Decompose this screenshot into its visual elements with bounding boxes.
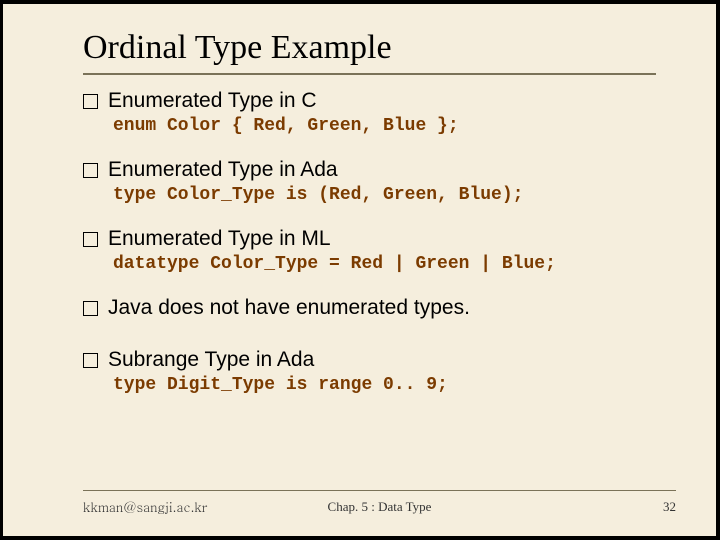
footer-divider <box>83 490 676 491</box>
item-heading-text: Subrange Type in Ada <box>108 348 314 372</box>
item-heading: Enumerated Type in ML <box>83 227 656 251</box>
slide: Ordinal Type Example Enumerated Type in … <box>3 4 716 536</box>
footer-chapter: Chap. 5 : Data Type <box>328 499 432 515</box>
bullet-item: Enumerated Type in Ada type Color_Type i… <box>83 158 656 205</box>
code-snippet: type Digit_Type is range 0.. 9; <box>113 375 656 395</box>
slide-content: Enumerated Type in C enum Color { Red, G… <box>83 89 656 395</box>
bullet-item: Enumerated Type in ML datatype Color_Typ… <box>83 227 656 274</box>
footer-row: kkman@sangji.ac.kr Chap. 5 : Data Type 3… <box>83 497 676 516</box>
spacer <box>83 320 656 340</box>
square-bullet-icon <box>83 301 98 316</box>
code-snippet: enum Color { Red, Green, Blue }; <box>113 116 656 136</box>
code-snippet: type Color_Type is (Red, Green, Blue); <box>113 185 656 205</box>
item-heading: Subrange Type in Ada <box>83 348 656 372</box>
item-heading: Enumerated Type in Ada <box>83 158 656 182</box>
code-snippet: datatype Color_Type = Red | Green | Blue… <box>113 254 656 274</box>
item-heading: Java does not have enumerated types. <box>83 296 656 320</box>
title-divider <box>83 73 656 75</box>
item-heading-text: Java does not have enumerated types. <box>108 296 470 320</box>
bullet-item: Subrange Type in Ada type Digit_Type is … <box>83 348 656 395</box>
square-bullet-icon <box>83 232 98 247</box>
square-bullet-icon <box>83 94 98 109</box>
item-heading-text: Enumerated Type in Ada <box>108 158 338 182</box>
item-heading-text: Enumerated Type in ML <box>108 227 331 251</box>
bullet-item: Enumerated Type in C enum Color { Red, G… <box>83 89 656 136</box>
item-heading: Enumerated Type in C <box>83 89 656 113</box>
footer-email: kkman@sangji.ac.kr <box>83 497 208 516</box>
item-heading-text: Enumerated Type in C <box>108 89 317 113</box>
bullet-item: Java does not have enumerated types. <box>83 296 656 340</box>
footer-page-number: 32 <box>663 499 676 515</box>
square-bullet-icon <box>83 353 98 368</box>
slide-title: Ordinal Type Example <box>83 29 716 67</box>
square-bullet-icon <box>83 163 98 178</box>
slide-footer: kkman@sangji.ac.kr Chap. 5 : Data Type 3… <box>83 490 676 516</box>
